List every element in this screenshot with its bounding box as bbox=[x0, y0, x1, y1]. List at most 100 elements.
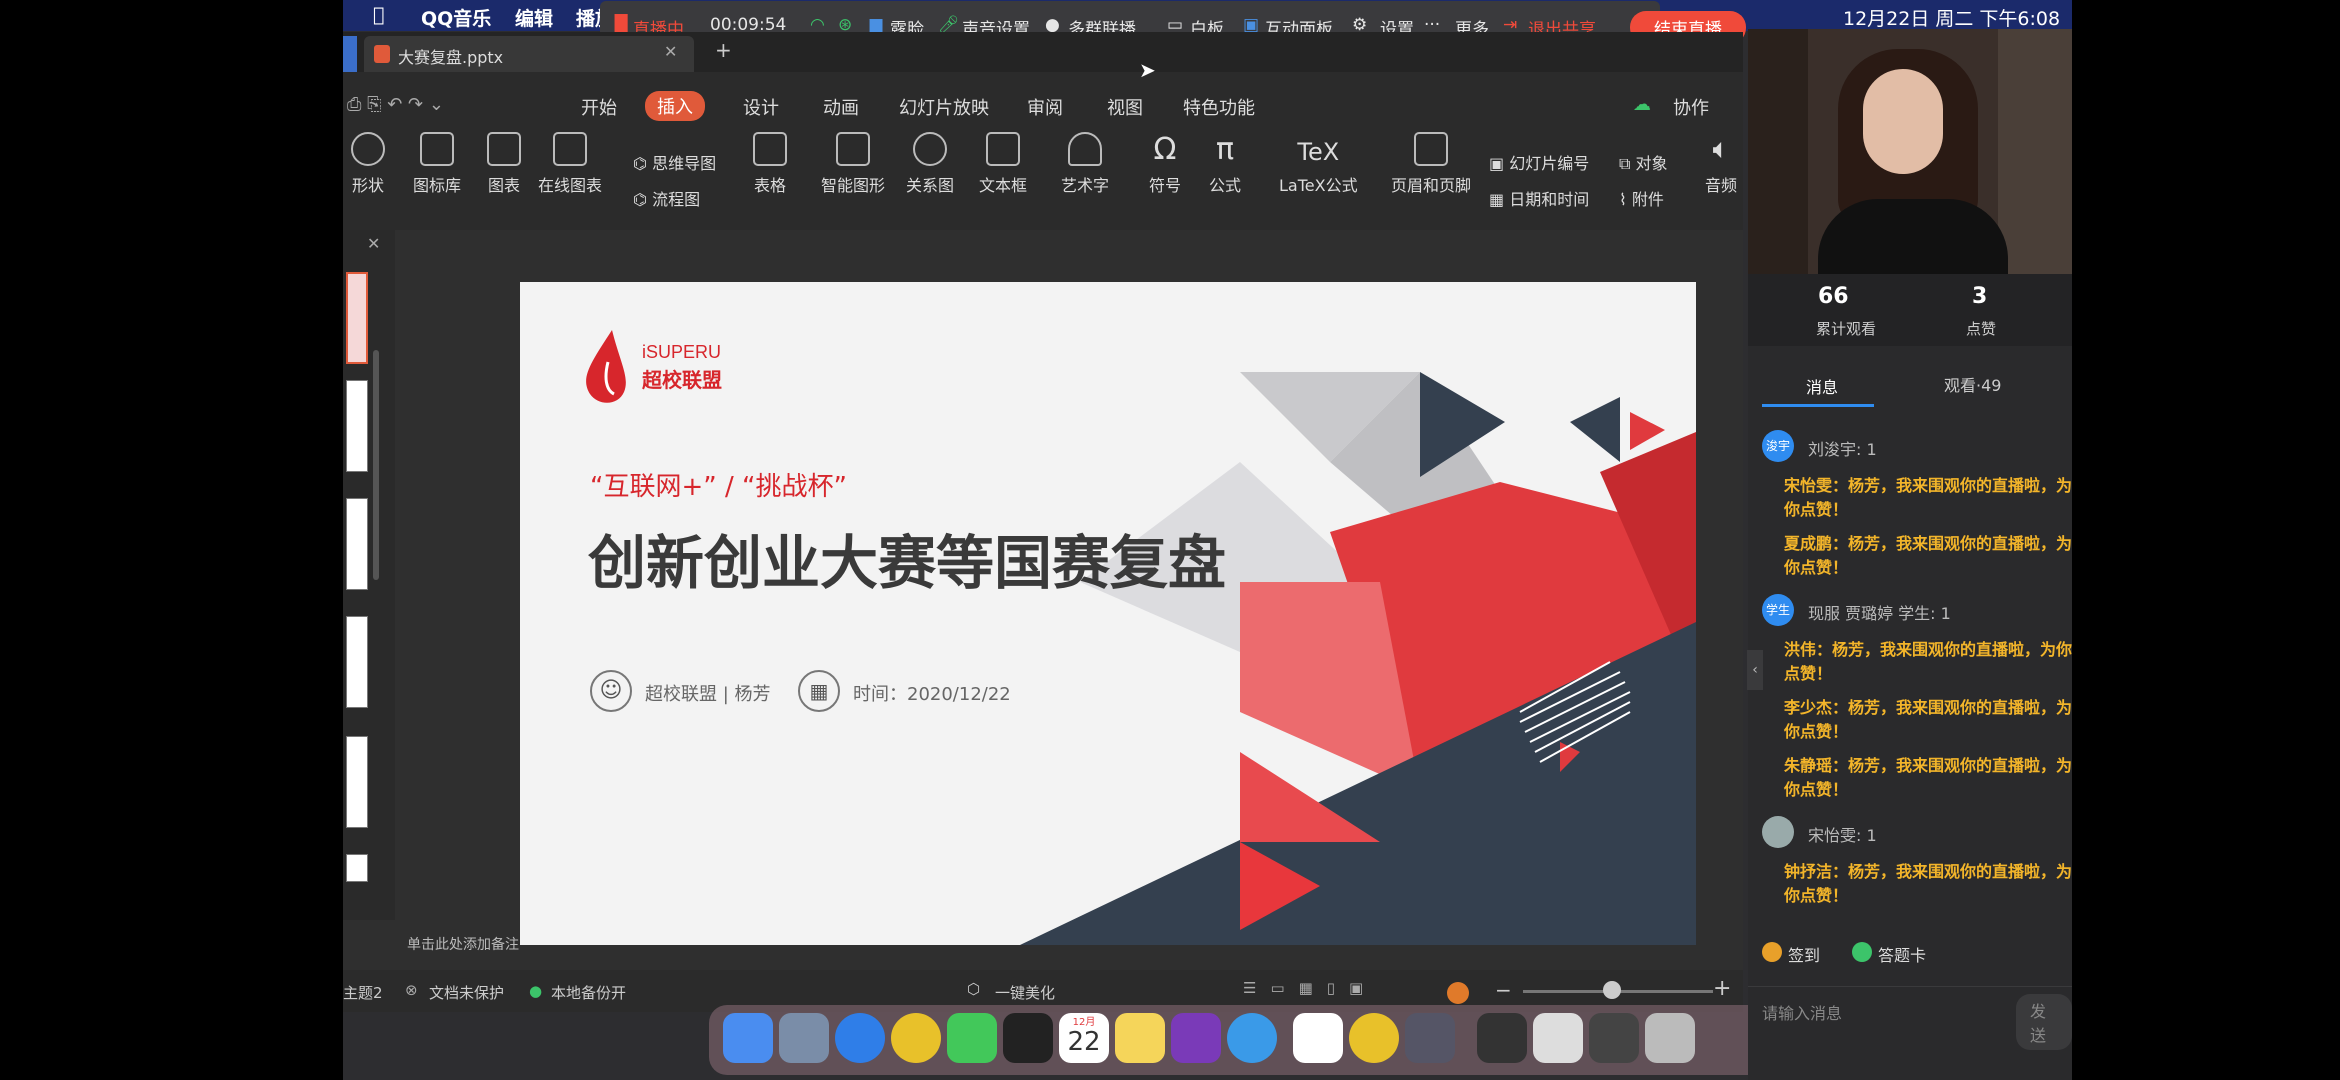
close-panel-icon[interactable]: ✕ bbox=[367, 234, 380, 253]
datetime-button[interactable]: ▦ 日期和时间 bbox=[1489, 186, 1589, 210]
chrome-icon[interactable] bbox=[891, 1013, 941, 1063]
thumbnail-2[interactable] bbox=[346, 380, 368, 472]
calendar-app-icon[interactable]: 12月 22 bbox=[1059, 1013, 1109, 1063]
collapse-panel-icon[interactable]: ‹ bbox=[1747, 650, 1763, 690]
slide-author: 超校联盟 | 杨芳 bbox=[645, 684, 771, 705]
menu-start[interactable]: 开始 bbox=[581, 94, 617, 120]
menu-view[interactable]: 视图 bbox=[1107, 94, 1143, 120]
thumbnail-1[interactable] bbox=[346, 272, 368, 364]
recent-app-1-icon[interactable] bbox=[1477, 1013, 1527, 1063]
smartart-button[interactable]: 智能图形 bbox=[821, 132, 885, 196]
slide-number-button[interactable]: ▣ 幻灯片编号 bbox=[1489, 150, 1589, 174]
safari-icon[interactable] bbox=[835, 1013, 885, 1063]
thumbnail-4[interactable] bbox=[346, 616, 368, 708]
slide-canvas[interactable]: iSUPERU 超校联盟 “互联网+” / “挑战杯” 创新创业大赛等国赛复盘 … bbox=[520, 282, 1696, 945]
shape-button[interactable]: 形状 bbox=[351, 132, 385, 196]
recent-app-3-icon[interactable] bbox=[1589, 1013, 1639, 1063]
audio-button[interactable]: 🔈︎ 音频 bbox=[1705, 132, 1737, 196]
logo-text-cn: 超校联盟 bbox=[642, 368, 722, 392]
preview-icon[interactable] bbox=[1405, 1013, 1455, 1063]
menu-features[interactable]: 特色功能 bbox=[1183, 94, 1255, 120]
slide-thumbnails[interactable]: ✕ bbox=[343, 230, 395, 920]
avatar: 学生 bbox=[1762, 594, 1794, 626]
attachment-button[interactable]: ⌇ 附件 bbox=[1619, 186, 1664, 210]
menu-slideshow[interactable]: 幻灯片放映 bbox=[899, 94, 989, 120]
list-item: 夏成鹏：杨芳，我来围观你的直播啦，为你点赞！ bbox=[1784, 534, 2072, 577]
menu-edit[interactable]: 编辑 bbox=[515, 4, 553, 31]
qq-icon[interactable] bbox=[1003, 1013, 1053, 1063]
wordart-button[interactable]: 艺术字 bbox=[1061, 132, 1109, 196]
datetime-label: 日期和时间 bbox=[1509, 190, 1590, 209]
onenote-icon[interactable] bbox=[1171, 1013, 1221, 1063]
send-button[interactable]: 发送 bbox=[2016, 994, 2072, 1050]
chart-button[interactable]: 图表 bbox=[487, 132, 521, 196]
apple-icon[interactable]:  bbox=[373, 4, 384, 26]
formula-label: 公式 bbox=[1209, 176, 1242, 195]
thumbnail-6[interactable] bbox=[346, 854, 368, 882]
view-mode-icons[interactable]: ☰▭▦▯▣ bbox=[1243, 979, 1377, 997]
protect-status[interactable]: 文档未保护 bbox=[429, 982, 504, 1003]
checkin-button[interactable]: 签到 bbox=[1788, 942, 1820, 966]
zoom-handle[interactable] bbox=[1603, 981, 1621, 999]
menu-insert[interactable]: 插入 bbox=[645, 91, 705, 121]
tab-viewers[interactable]: 观看·49 bbox=[1944, 372, 2001, 396]
theme-name: 主题2 bbox=[343, 984, 383, 1002]
object-button[interactable]: ⧉ 对象 bbox=[1619, 150, 1668, 174]
launchpad-icon[interactable] bbox=[779, 1013, 829, 1063]
thumbnail-scrollbar[interactable] bbox=[373, 350, 379, 580]
beautify-button[interactable]: 一键美化 bbox=[995, 982, 1055, 1003]
textbox-button[interactable]: 文本框 bbox=[979, 132, 1027, 196]
formula-button[interactable]: π 公式 bbox=[1209, 132, 1241, 196]
zoom-in-button[interactable]: + bbox=[1713, 976, 1731, 1001]
new-tab-button[interactable]: + bbox=[715, 38, 732, 62]
thumbnail-5[interactable] bbox=[346, 736, 368, 828]
qqmusic-icon[interactable] bbox=[1349, 1013, 1399, 1063]
recent-app-2-icon[interactable] bbox=[1533, 1013, 1583, 1063]
menu-app[interactable]: QQ音乐 bbox=[421, 4, 491, 31]
menu-animation[interactable]: 动画 bbox=[823, 94, 859, 120]
mindmap-button[interactable]: ⌬ 思维导图 bbox=[633, 150, 716, 174]
finder-icon[interactable] bbox=[723, 1013, 773, 1063]
notes-app-icon[interactable] bbox=[1115, 1013, 1165, 1063]
zoom-out-button[interactable]: − bbox=[1495, 978, 1512, 1002]
tab-messages[interactable]: 消息 bbox=[1806, 374, 1838, 398]
wps-window: 大赛复盘.pptx ✕ + ⎙ ⎘ ↶ ↷ ⌄ 开始 插入 设计 动画 幻灯片放… bbox=[343, 32, 1743, 1012]
wechat-icon[interactable] bbox=[947, 1013, 997, 1063]
play-icon[interactable] bbox=[1447, 982, 1469, 1004]
document-tab[interactable]: 大赛复盘.pptx ✕ bbox=[364, 36, 694, 72]
stat-views-value: 66 bbox=[1818, 284, 1849, 309]
wps-app-icon[interactable] bbox=[1293, 1013, 1343, 1063]
relation-button[interactable]: 关系图 bbox=[906, 132, 954, 196]
latex-button[interactable]: TeX LaTeX公式 bbox=[1279, 132, 1358, 196]
answer-card-button[interactable]: 答题卡 bbox=[1878, 942, 1926, 966]
red-tri-small bbox=[1630, 412, 1665, 450]
list-item: 宋怡雯：杨芳，我来围观你的直播啦，为你点赞！ bbox=[1784, 476, 2072, 519]
notes-area[interactable]: 单击此处添加备注 bbox=[343, 928, 1743, 958]
menu-design[interactable]: 设计 bbox=[743, 94, 779, 120]
icon-library-button[interactable]: 图标库 bbox=[413, 132, 461, 196]
chart-label: 图表 bbox=[487, 176, 520, 195]
home-tab[interactable] bbox=[343, 36, 357, 72]
quick-access-icons[interactable]: ⎙ ⎘ ↶ ↷ ⌄ bbox=[347, 94, 444, 115]
header-footer-button[interactable]: 页眉和页脚 bbox=[1391, 132, 1471, 196]
online-chart-button[interactable]: 在线图表 bbox=[538, 132, 602, 196]
trash-icon[interactable] bbox=[1645, 1013, 1695, 1063]
textbox-label: 文本框 bbox=[979, 176, 1028, 195]
flowchart-button[interactable]: ⌬ 流程图 bbox=[633, 186, 700, 210]
feishu-icon[interactable] bbox=[1227, 1013, 1277, 1063]
collab-button[interactable]: 协作 bbox=[1673, 94, 1709, 120]
list-item: 宋怡雯: 1 bbox=[1762, 816, 2072, 850]
message-list[interactable]: 浚宇 刘浚宇: 1 宋怡雯：杨芳，我来围观你的直播啦，为你点赞！ 夏成鹏：杨芳，… bbox=[1762, 430, 2072, 930]
message-input[interactable]: 请输入消息 bbox=[1762, 1000, 1842, 1024]
calendar-day: 22 bbox=[1067, 1027, 1101, 1057]
menu-review[interactable]: 审阅 bbox=[1027, 94, 1063, 120]
slide-subtitle: “互联网+” / “挑战杯” bbox=[590, 472, 847, 502]
tab-bar: 大赛复盘.pptx ✕ + bbox=[343, 32, 1743, 72]
backup-dot-icon: ● bbox=[529, 982, 543, 1000]
symbol-button[interactable]: Ω 符号 bbox=[1149, 132, 1181, 196]
table-button[interactable]: 表格 bbox=[753, 132, 787, 196]
backup-status[interactable]: 本地备份开 bbox=[551, 982, 626, 1003]
thumbnail-3[interactable] bbox=[346, 498, 368, 590]
screen:  QQ音乐 编辑 播放 12月22日 周二 下午6:08 ▐▌ 直播中 00:… bbox=[343, 0, 2072, 1080]
close-tab-icon[interactable]: ✕ bbox=[664, 42, 677, 61]
